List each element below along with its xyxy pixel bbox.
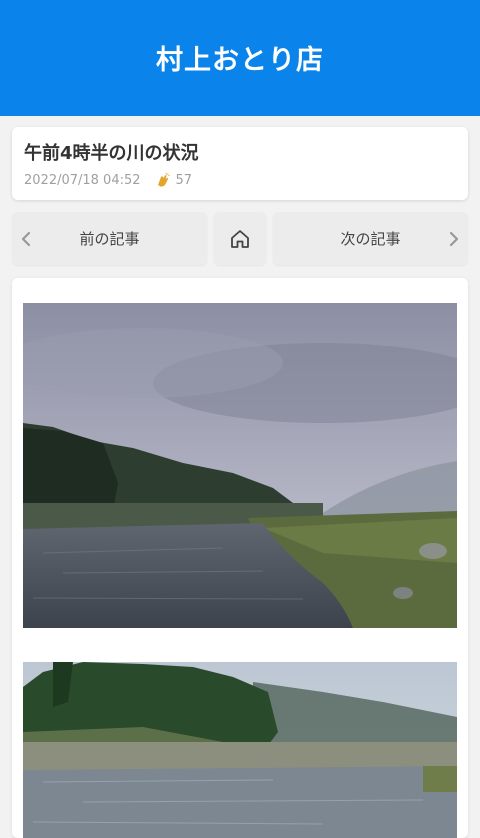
post-title: 午前4時半の川の状況 [24,143,199,164]
chevron-left-icon [20,231,32,247]
article-content [12,278,468,838]
home-button[interactable] [214,212,266,265]
post-meta: 2022/07/18 04:52 57 [24,172,192,188]
chevron-right-icon [448,231,460,247]
clap-count: 57 [175,172,193,188]
next-article-label: 次の記事 [340,230,401,248]
post-info-card: 午前4時半の川の状況 2022/07/18 04:52 57 [12,127,468,200]
river-photo-1[interactable] [23,303,457,628]
post-datetime: 2022/07/18 04:52 [24,172,141,188]
clap-icon[interactable] [155,172,171,188]
prev-article-label: 前の記事 [79,230,140,248]
next-article-button[interactable]: 次の記事 [273,212,468,265]
river-photo-2[interactable] [23,662,457,838]
app-header: 村上おとり店 [0,0,480,116]
prev-article-button[interactable]: 前の記事 [12,212,207,265]
home-icon [229,228,251,250]
site-title[interactable]: 村上おとり店 [156,38,324,77]
